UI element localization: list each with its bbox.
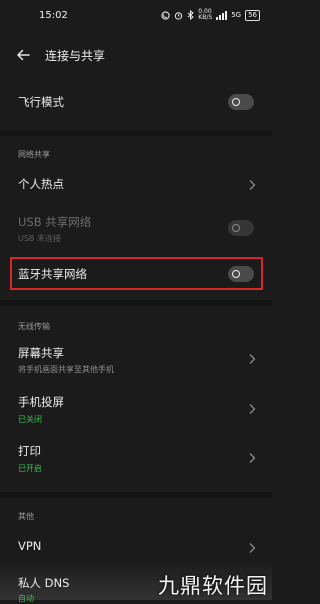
section-divider — [0, 300, 272, 306]
signal-icon — [216, 10, 228, 20]
highlight-box — [10, 257, 263, 290]
chevron-right-icon — [249, 180, 256, 190]
print-row[interactable]: 打印 已开启 — [0, 439, 272, 479]
vpn-row[interactable]: VPN — [0, 533, 272, 563]
watermark: 九鼎软件园 — [158, 574, 268, 598]
chevron-right-icon — [249, 404, 256, 414]
page-title: 连接与共享 — [45, 49, 106, 63]
vpn-label: VPN — [18, 539, 42, 553]
usb-tethering-toggle — [228, 220, 254, 236]
back-button[interactable] — [14, 45, 34, 65]
airplane-mode-row[interactable]: 飞行模式 — [0, 86, 272, 118]
usb-tethering-status: USB 未连接 — [18, 234, 61, 243]
toggle-knob — [232, 224, 240, 232]
chevron-right-icon — [249, 543, 256, 553]
dnd-icon — [161, 10, 170, 20]
network-speed: 0.00 KB/S — [198, 9, 212, 21]
chevron-right-icon — [249, 354, 256, 364]
screen-cast-label: 手机投屏 — [18, 395, 64, 409]
screen-share-row[interactable]: 屏幕共享 将手机画面共享至其他手机 — [0, 340, 272, 380]
hotspot-row[interactable]: 个人热点 — [0, 170, 272, 200]
section-label-wireless: 无线传输 — [18, 322, 50, 331]
print-label: 打印 — [18, 444, 41, 458]
private-dns-status: 自动 — [18, 594, 34, 603]
print-status: 已开启 — [18, 464, 42, 473]
section-divider — [0, 130, 272, 136]
screen-share-label: 屏幕共享 — [18, 346, 64, 360]
bluetooth-icon — [187, 10, 195, 20]
usb-tethering-row: USB 共享网络 USB 未连接 — [0, 210, 272, 250]
airplane-mode-toggle[interactable] — [228, 94, 254, 110]
usb-tethering-label: USB 共享网络 — [18, 215, 92, 229]
screen-cast-row[interactable]: 手机投屏 已关闭 — [0, 390, 272, 430]
toggle-knob — [232, 98, 240, 106]
alarm-icon — [174, 11, 183, 20]
section-label-network-sharing: 网络共享 — [18, 150, 50, 159]
header: 连接与共享 — [0, 42, 272, 68]
status-time: 15:02 — [39, 10, 68, 21]
screen-share-desc: 将手机画面共享至其他手机 — [18, 365, 114, 374]
network-type: 5G — [231, 11, 242, 19]
chevron-right-icon — [249, 453, 256, 463]
status-icons: 0.00 KB/S 5G 56 — [161, 9, 260, 21]
status-bar: 15:02 0.00 KB/S 5G 56 — [0, 0, 272, 34]
battery-icon: 56 — [245, 9, 260, 21]
private-dns-label: 私人 DNS — [18, 576, 70, 590]
screen-cast-status: 已关闭 — [18, 415, 42, 424]
section-divider — [0, 492, 272, 498]
back-arrow-icon — [17, 49, 30, 61]
network-speed-unit: KB/S — [198, 14, 213, 21]
section-label-other: 其他 — [18, 512, 34, 521]
hotspot-label: 个人热点 — [18, 177, 64, 191]
airplane-mode-label: 飞行模式 — [18, 95, 64, 109]
